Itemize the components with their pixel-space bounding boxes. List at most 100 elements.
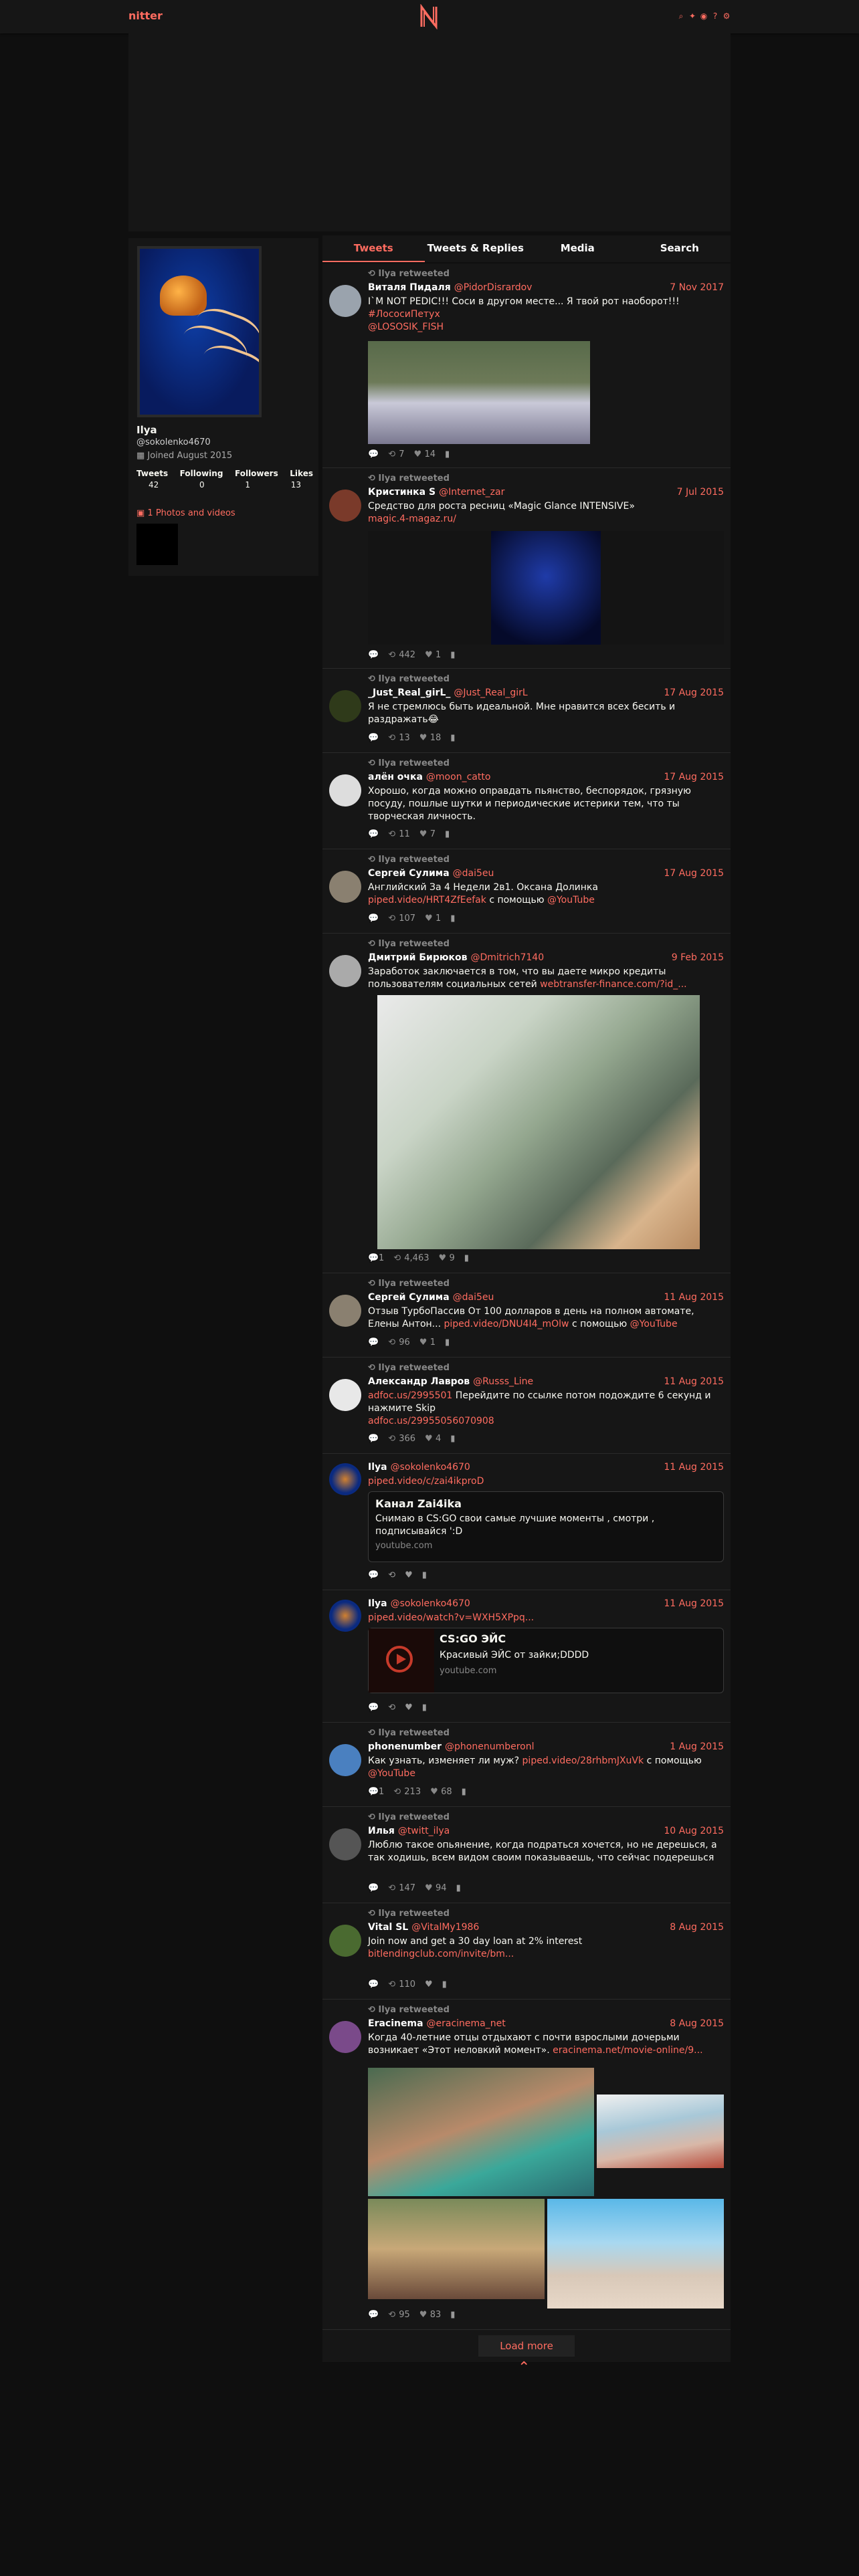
tweet-avatar[interactable] — [329, 285, 361, 317]
like-count[interactable]: ♥ 18 — [419, 733, 442, 743]
like-icon[interactable]: ♥ — [405, 1570, 413, 1580]
tweet-link-2[interactable]: adfoc.us/29955056070908 — [368, 1416, 494, 1426]
retweet-count[interactable]: ⟲ 11 — [388, 829, 410, 839]
tweet-mention-link[interactable]: @YouTube — [368, 1768, 415, 1779]
tweet-link[interactable]: webtransfer-finance.com/?id_... — [540, 979, 686, 990]
tweet-mention-link[interactable]: @YouTube — [547, 895, 595, 905]
like-count[interactable]: ♥ 4 — [425, 1434, 441, 1444]
tweet[interactable]: ⟲ Ilya retweeted Vital SL @VitalMy1986 8 A… — [322, 1903, 731, 2000]
tweet-link[interactable]: piped.video/28rhbmJXuVk — [522, 1755, 644, 1766]
tab-media[interactable]: Media — [527, 235, 629, 262]
tweet-fullname[interactable]: Дмитрий Бирюков — [368, 952, 467, 963]
tweet-fullname[interactable]: _Just_Real_girL_ — [368, 687, 450, 698]
like-count[interactable]: ♥ 94 — [425, 1883, 447, 1893]
stats-icon[interactable]: ▮ — [445, 449, 450, 459]
tweet-avatar[interactable] — [329, 871, 361, 903]
stats-icon[interactable]: ▮ — [445, 1337, 450, 1348]
tweet-username[interactable]: @Dmitrich7140 — [470, 952, 544, 963]
tweet-date[interactable]: 10 Aug 2015 — [664, 1826, 724, 1836]
tweet[interactable]: Ilya @sokolenko4670 11 Aug 2015 piped.vide… — [322, 1590, 731, 1723]
tweet[interactable]: Ilya @sokolenko4670 11 Aug 2015 piped.vide… — [322, 1454, 731, 1590]
tweet-link[interactable]: magic.4-magaz.ru/ — [368, 514, 456, 524]
stats-icon[interactable]: ▮ — [450, 914, 455, 924]
tweet-date[interactable]: 17 Aug 2015 — [664, 772, 724, 782]
like-count[interactable]: ♥ 14 — [413, 449, 436, 459]
tweet-date[interactable]: 9 Feb 2015 — [672, 952, 724, 963]
stats-icon[interactable]: ▮ — [422, 1570, 427, 1580]
link-card[interactable]: Канал Zai4ika Снимаю в CS:GO свои самые … — [368, 1491, 724, 1562]
tweet-avatar[interactable] — [329, 774, 361, 807]
tweet-date[interactable]: 7 Nov 2017 — [670, 282, 724, 293]
retweet-count[interactable]: ⟲ 107 — [388, 914, 415, 924]
tweet-fullname[interactable]: Илья — [368, 1826, 395, 1836]
stats-icon[interactable]: ▮ — [450, 1434, 455, 1444]
stats-icon[interactable]: ▮ — [450, 733, 455, 743]
tweet-avatar[interactable] — [329, 1379, 361, 1411]
tweet-username[interactable]: @Russs_Line — [473, 1376, 533, 1387]
tweet-avatar[interactable] — [329, 955, 361, 987]
tweet[interactable]: ⟲ Ilya retweeted Eracinema @eracinema_net… — [322, 2000, 731, 2330]
tweet-username[interactable]: @dai5eu — [453, 1292, 494, 1303]
tweet-link[interactable]: bitlendingclub.com/invite/bm... — [368, 1949, 514, 1959]
stats-icon[interactable]: ▮ — [450, 2310, 455, 2320]
reply-icon[interactable]: 💬 — [368, 1883, 379, 1893]
load-more-button[interactable]: Load more — [478, 2335, 575, 2357]
photos-videos-link[interactable]: ▣ 1 Photos and videos — [136, 508, 235, 518]
tweet-date[interactable]: 11 Aug 2015 — [664, 1376, 724, 1387]
tweet-image-3[interactable] — [368, 2199, 545, 2299]
retweet-icon[interactable]: ⟲ — [388, 1703, 395, 1713]
info-icon[interactable]: ? — [711, 11, 719, 21]
tweet[interactable]: ⟲ Ilya retweeted Виталя Пидаля @PidorDisr… — [322, 263, 731, 468]
stats-icon[interactable]: ▮ — [462, 1787, 466, 1797]
settings-gear-icon[interactable]: ⚙ — [723, 11, 731, 21]
tweet-mention-link[interactable]: @YouTube — [630, 1319, 678, 1329]
retweet-count[interactable]: ⟲ 95 — [388, 2310, 410, 2320]
tweet-username[interactable]: @VitalMy1986 — [411, 1922, 479, 1933]
tweet[interactable]: ⟲ Ilya retweeted _Just_Real_girL_ @Just_R… — [322, 669, 731, 753]
tweet-fullname[interactable]: Кристинка S — [368, 487, 436, 498]
play-icon[interactable] — [386, 1646, 413, 1673]
stats-icon[interactable]: ▮ — [464, 1253, 469, 1263]
tweet-link[interactable]: piped.video/c/zai4ikproD — [368, 1476, 484, 1487]
profile-avatar[interactable] — [137, 246, 262, 417]
tweet[interactable]: ⟲ Ilya retweeted алён очка @moon_catto 17 … — [322, 753, 731, 849]
reply-icon[interactable]: 💬 — [368, 1979, 379, 1990]
video-thumbnail[interactable] — [369, 1628, 434, 1693]
tweet-fullname[interactable]: Сергей Сулима — [368, 1292, 450, 1303]
tweet-date[interactable]: 17 Aug 2015 — [664, 687, 724, 698]
tweet-date[interactable]: 17 Aug 2015 — [664, 868, 724, 879]
retweet-count[interactable]: ⟲ 4,463 — [393, 1253, 429, 1263]
tweet-fullname[interactable]: Ilya — [368, 1462, 387, 1473]
twitter-icon[interactable]: ✦ — [688, 11, 696, 21]
retweet-count[interactable]: ⟲ 147 — [388, 1883, 415, 1893]
reply-icon[interactable]: 💬 — [368, 449, 379, 459]
tweet-fullname[interactable]: Виталя Пидаля — [368, 282, 451, 293]
tweet-avatar[interactable] — [329, 1295, 361, 1327]
tweet-avatar[interactable] — [329, 1828, 361, 1860]
tweet-username[interactable]: @Internet_zar — [439, 487, 504, 498]
search-icon[interactable]: ⌕ — [677, 11, 685, 21]
reply-icon[interactable]: 💬 — [368, 1434, 379, 1444]
tweet-fullname[interactable]: Eracinema — [368, 2018, 423, 2029]
tweet-username[interactable]: @eracinema_net — [427, 2018, 506, 2029]
tweet-avatar[interactable] — [329, 1744, 361, 1776]
tweet-fullname[interactable]: Ilya — [368, 1598, 387, 1609]
reply-icon[interactable]: 💬 — [368, 1570, 379, 1580]
like-count[interactable]: ♥ 68 — [430, 1787, 452, 1797]
stats-icon[interactable]: ▮ — [450, 650, 455, 660]
like-icon[interactable]: ♥ — [425, 1979, 433, 1990]
tab-tweets[interactable]: Tweets — [322, 235, 425, 262]
nitter-logo-icon[interactable] — [417, 4, 440, 29]
reply-icon[interactable]: 💬 — [368, 1337, 379, 1348]
tweet[interactable]: ⟲ Ilya retweeted Дмитрий Бирюков @Dmitric… — [322, 934, 731, 1273]
tweet-username[interactable]: @moon_catto — [426, 772, 490, 782]
tweet-date[interactable]: 7 Jul 2015 — [677, 487, 724, 498]
tweet-username[interactable]: @sokolenko4670 — [391, 1598, 470, 1609]
like-count[interactable]: ♥ 1 — [419, 1337, 436, 1348]
tweet-mention-link[interactable]: @LOSOSIK_FISH — [368, 322, 444, 332]
tweet-link[interactable]: piped.video/watch?v=WXH5XPpq... — [368, 1612, 534, 1623]
like-count[interactable]: ♥ 1 — [425, 650, 441, 660]
retweet-count[interactable]: ⟲ 13 — [388, 733, 410, 743]
tweet[interactable]: ⟲ Ilya retweeted Сергей Сулима @dai5eu 17 … — [322, 849, 731, 934]
reply-icon[interactable]: 💬 — [368, 1703, 379, 1713]
